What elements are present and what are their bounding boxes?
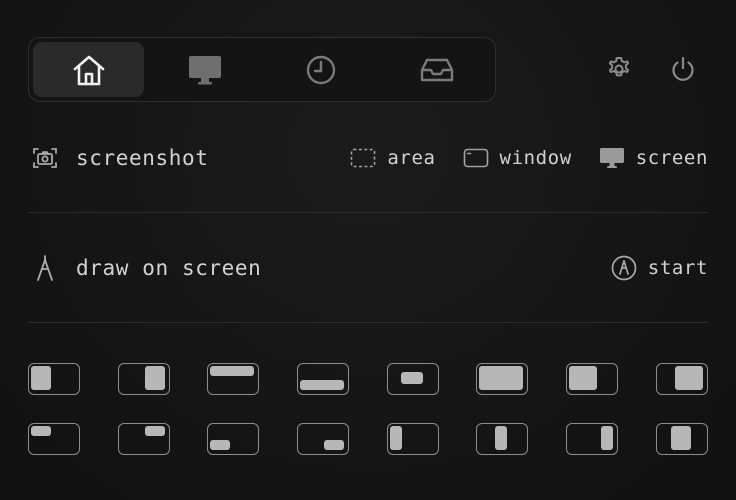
layout-fill — [31, 426, 51, 436]
layout-fill — [479, 366, 524, 390]
app-window: screenshot area window screen draw on sc… — [0, 0, 736, 500]
layout-fill — [210, 440, 231, 450]
layout-fill — [601, 426, 614, 450]
draw-row: draw on screen start — [28, 248, 708, 288]
screenshot-label: screenshot — [28, 143, 208, 173]
window-layout-grid — [28, 363, 708, 455]
tab-history[interactable] — [265, 42, 376, 97]
draw-actions: start — [610, 255, 708, 281]
inbox-tray-icon — [420, 58, 453, 81]
dashed-rectangle-icon — [349, 146, 377, 170]
layout-fill — [144, 426, 165, 436]
capture-screen-button[interactable]: screen — [598, 146, 708, 170]
capture-screen-label: screen — [635, 147, 708, 169]
main-tab-bar — [28, 37, 496, 102]
layout-fill — [670, 426, 691, 450]
capture-window-label: window — [499, 147, 572, 169]
layout-top-left-quarter-button[interactable] — [28, 423, 80, 455]
layout-right-half-button[interactable] — [117, 363, 170, 395]
compass-pen-icon — [28, 253, 62, 283]
capture-area-label: area — [387, 147, 436, 169]
layout-fill — [31, 366, 51, 390]
home-icon — [73, 55, 104, 85]
power-button[interactable] — [668, 54, 698, 84]
screenshot-actions: area window screen — [349, 146, 708, 170]
section-divider — [28, 212, 708, 213]
layout-fill — [400, 372, 423, 384]
tab-inbox[interactable] — [381, 42, 492, 97]
settings-button[interactable] — [604, 54, 634, 84]
power-icon — [672, 56, 694, 81]
section-divider — [28, 322, 708, 323]
layout-maximize-button[interactable] — [476, 363, 529, 395]
capture-area-button[interactable]: area — [349, 146, 435, 170]
draw-label: draw on screen — [28, 253, 261, 283]
layout-center-third-button[interactable] — [476, 423, 529, 455]
screenshot-text: screenshot — [76, 146, 209, 170]
layout-fill — [300, 380, 345, 390]
layout-bottom-right-quarter-button[interactable] — [297, 423, 350, 455]
camera-icon — [28, 143, 62, 173]
layout-center-two-thirds-button[interactable] — [655, 423, 708, 455]
monitor-icon — [598, 146, 626, 170]
layout-top-half-button[interactable] — [207, 363, 260, 395]
display-icon — [188, 55, 221, 84]
draw-text: draw on screen — [76, 256, 262, 280]
layout-fill — [144, 366, 165, 390]
layout-left-two-thirds-button[interactable] — [566, 363, 619, 395]
layout-top-right-quarter-button[interactable] — [117, 423, 170, 455]
layout-bottom-left-quarter-button[interactable] — [207, 423, 260, 455]
clock-icon — [306, 55, 335, 84]
gear-icon — [608, 57, 630, 77]
layout-fill — [210, 366, 255, 376]
layout-left-half-button[interactable] — [28, 363, 80, 395]
pen-circle-icon — [610, 255, 638, 281]
tab-home[interactable] — [33, 42, 144, 97]
window-icon — [462, 146, 490, 170]
layout-bottom-half-button[interactable] — [297, 363, 350, 395]
layout-right-third-button[interactable] — [566, 423, 619, 455]
capture-window-button[interactable]: window — [462, 146, 572, 170]
draw-start-label: start — [647, 257, 708, 279]
layout-fill — [569, 366, 598, 390]
layout-fill — [674, 366, 703, 390]
screenshot-row: screenshot area window screen — [28, 138, 708, 178]
layout-fill — [495, 426, 508, 450]
layout-center-button[interactable] — [386, 363, 439, 395]
layout-left-third-button[interactable] — [386, 423, 439, 455]
layout-right-two-thirds-button[interactable] — [655, 363, 708, 395]
tab-display[interactable] — [149, 42, 260, 97]
layout-fill — [389, 426, 402, 450]
layout-fill — [324, 440, 345, 450]
draw-start-button[interactable]: start — [610, 255, 708, 281]
